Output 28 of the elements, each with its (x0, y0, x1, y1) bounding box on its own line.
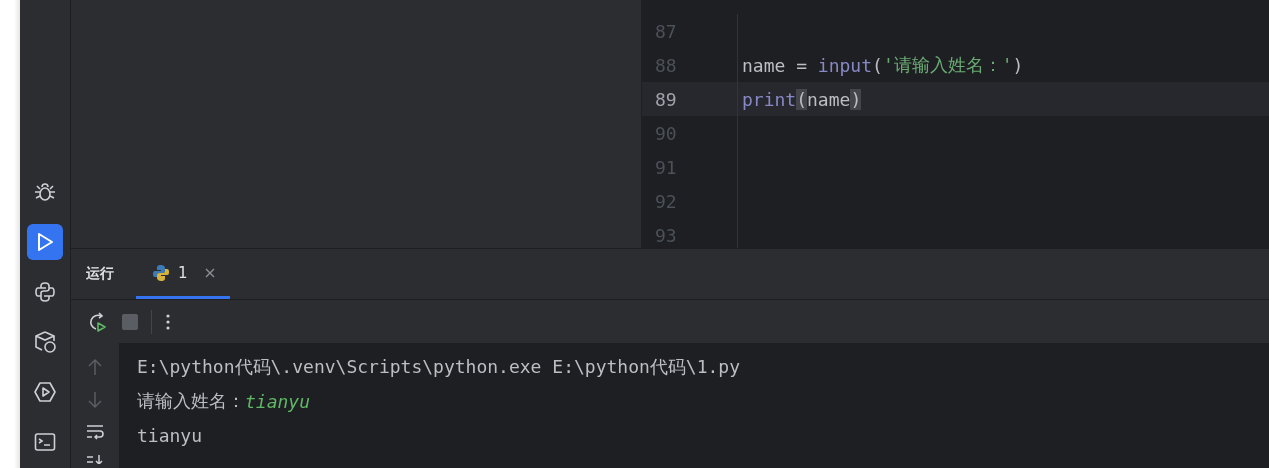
console-text: 请输入姓名： (137, 389, 245, 413)
panel-title: 运行 (85, 264, 115, 283)
line-number: 89 (654, 88, 678, 110)
run-tab[interactable]: 1 (136, 249, 230, 299)
code-text: name = (742, 54, 809, 76)
tool-button[interactable] (27, 224, 63, 260)
code-keyword: print (742, 88, 797, 110)
soft-wrap-icon[interactable] (86, 424, 104, 440)
python-logo-icon (152, 263, 170, 282)
code-text: name (807, 88, 851, 110)
code-keyword: input (817, 54, 873, 76)
close-icon[interactable] (203, 266, 216, 279)
matched-brace: ( (796, 88, 808, 110)
scroll-to-end-icon[interactable] (86, 455, 104, 464)
bug-icon (33, 180, 57, 204)
console-text: E:\python代码\.venv\Scripts\python.exe E:\python代码\1.py (137, 355, 740, 379)
terminal-icon (33, 430, 57, 454)
python-package-icon (33, 330, 57, 354)
typed-input-text: tianyu (245, 390, 311, 412)
code-string: '请输入姓名：' (882, 53, 1013, 77)
code-text: ) (1012, 54, 1024, 76)
more-icon[interactable] (165, 312, 171, 331)
matched-brace: ) (850, 88, 862, 110)
console-text: tianyu (137, 424, 203, 446)
services-icon (33, 380, 57, 404)
code-text: ( (872, 54, 883, 76)
python-icon (33, 280, 57, 304)
rerun-icon[interactable] (87, 310, 109, 333)
